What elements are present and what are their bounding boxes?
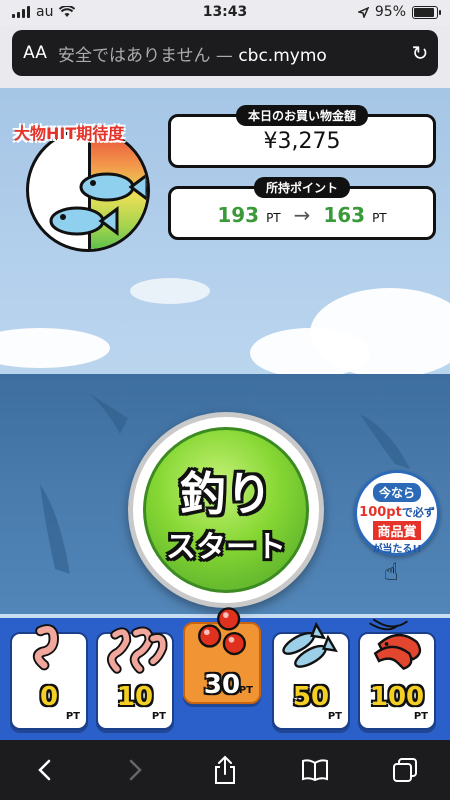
points-unit: PT [372,211,387,225]
purchase-amount-box: 本日のお買い物金額 ¥3,275 [168,105,436,168]
worm-icon [32,624,59,671]
bait-option-30[interactable]: 30 PT [183,607,261,704]
book-icon [302,759,328,782]
location-icon [357,6,369,18]
small-fish-icon [282,621,338,668]
points-box: 所持ポイント 193 PT → 163 PT [168,177,436,240]
tabs-icon [393,758,417,782]
cloud [130,278,210,304]
purchase-amount-value: ¥3,275 [263,129,341,154]
shrimp-icon [368,618,422,671]
promo-line2-suffix: で必ず [401,506,435,519]
pointing-hand-icon: ☝ [384,558,399,586]
bait-unit: PT [238,685,253,696]
browser-toolbar [0,740,450,800]
cloud [0,328,110,368]
bait-value: 0 [39,682,59,712]
points-from: 193 [217,203,260,227]
start-button-line1: 釣り [180,467,272,521]
start-button-line2: スタート [166,530,286,565]
bait-option-0[interactable]: 0 PT [10,624,88,730]
status-bar: au 13:43 95% [0,0,450,26]
share-button[interactable] [205,750,245,790]
bait-unit: PT [413,711,428,722]
forward-button[interactable] [115,750,155,790]
bait-value: 50 [292,682,330,712]
address-bar[interactable]: AA 安全ではありません — cbc.mymo ↻ [12,30,438,76]
bait-value: 100 [369,682,425,712]
chevron-left-icon [38,759,51,781]
battery-percent: 95% [374,4,406,20]
back-button[interactable] [25,750,65,790]
points-label: 所持ポイント [253,177,351,198]
url-security-warning: 安全ではありません — [58,45,239,66]
battery-icon [412,5,441,19]
bait-unit: PT [65,711,80,722]
chevron-right-icon [129,759,142,781]
purchase-amount-label: 本日のお買い物金額 [235,105,369,126]
promo-line4: が当たる!! [372,544,422,555]
cloud [250,328,370,378]
bait-option-100[interactable]: 100 PT [358,618,436,730]
points-to: 163 [323,203,366,227]
bait-option-50[interactable]: 50 PT [272,621,350,730]
share-icon [215,755,235,784]
promo-line2: 100ptで必ず [357,504,437,520]
fish-icon [49,206,119,236]
url-host: cbc.mymo [238,45,327,66]
tabs-button[interactable] [385,750,425,790]
bait-value: 10 [116,682,154,712]
gauge-label: 大物HIT期待度 [14,124,125,143]
bait-unit: PT [327,711,342,722]
status-right: 95% [357,4,441,20]
promo-line3: 商品賞 [373,521,421,540]
reader-options-button[interactable]: AA [12,43,58,63]
red-balls-icon [198,607,246,656]
bait-selector: 0 PT 10 PT 30 PT 50 PT 100 PT [0,607,450,740]
big-catch-gauge [26,128,150,252]
fish-icon [79,172,147,202]
fishing-game: 大物HIT期待度 本日のお買い物金額 ¥3,275 所持ポイント 193 PT … [0,88,450,740]
fishing-start-button[interactable]: 釣り スタート [128,412,324,608]
bookmarks-button[interactable] [295,750,335,790]
bait-unit: PT [151,711,166,722]
start-button-face[interactable]: 釣り スタート [143,427,309,593]
points-unit: PT [266,211,281,225]
reload-icon[interactable]: ↻ [402,41,438,65]
promo-badge[interactable]: 今なら 100ptで必ず 商品賞 が当たる!! [354,470,440,556]
promo-line1: 今なら [372,483,421,502]
points-change: 193 PT → 163 PT [171,203,433,227]
points-arrow: → [293,203,311,227]
promo-points: 100pt [359,505,402,520]
url-text[interactable]: 安全ではありません — cbc.mymo [58,41,402,66]
worms-icon [107,626,168,674]
bait-option-10[interactable]: 10 PT [96,626,174,730]
